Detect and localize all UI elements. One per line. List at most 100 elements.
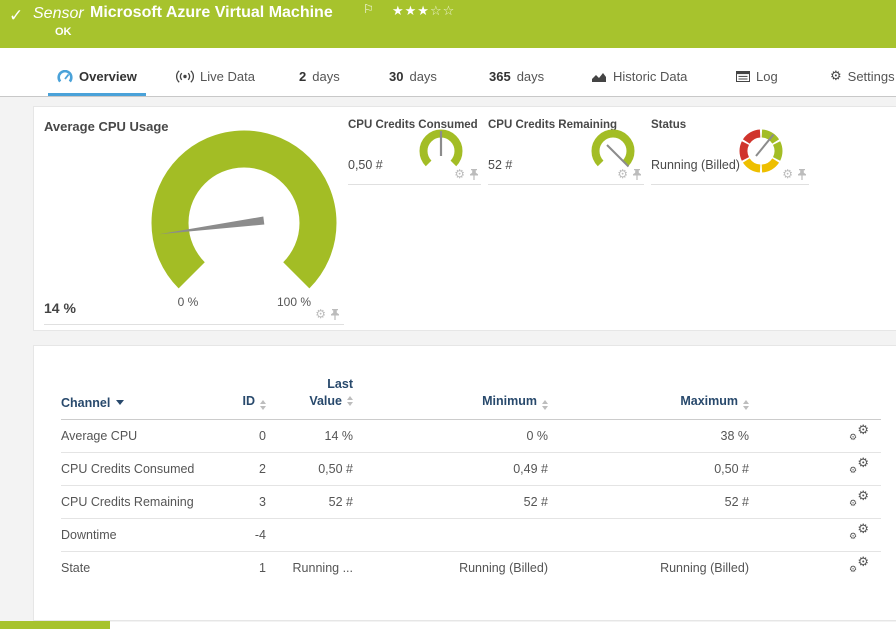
column-header-maximum[interactable]: Maximum	[548, 376, 749, 419]
channel-settings-icon[interactable]: ⚙⚙	[849, 426, 869, 442]
tab-label: Settings	[848, 69, 895, 84]
content-area: Average CPU Usage 0 % 100 % 14 % ⚙ CPU C…	[0, 97, 896, 622]
channels-panel: Channel ID Last Value Minimum	[33, 345, 896, 621]
tab-30-days[interactable]: 30 days	[389, 69, 437, 96]
tab-label: days	[312, 69, 339, 84]
gauge-actions: ⚙	[617, 168, 642, 180]
column-header-id[interactable]: ID	[221, 376, 266, 419]
channel-last-value: 14 %	[266, 419, 353, 452]
channel-last-value: 52 #	[266, 485, 353, 518]
gauge-value: 14 %	[44, 300, 76, 316]
tab-number: 2	[299, 69, 306, 84]
gear-icon: ⚙	[849, 533, 857, 542]
header-label: Channel	[61, 396, 110, 410]
tab-2-days[interactable]: 2 days	[299, 69, 340, 96]
channel-settings-icon[interactable]: ⚙⚙	[849, 459, 869, 475]
channel-settings-icon[interactable]: ⚙⚙	[849, 558, 869, 574]
tab-bar: Overview Live Data 2 days 30 days 365 da…	[0, 48, 896, 97]
header-label: Maximum	[680, 394, 738, 408]
sort-icon	[743, 400, 749, 410]
tab-live-data[interactable]: Live Data	[176, 69, 255, 96]
gauge-settings-icon[interactable]: ⚙	[782, 168, 793, 180]
channel-minimum: 0,49 #	[353, 452, 548, 485]
channel-settings-icon[interactable]: ⚙⚙	[849, 525, 869, 541]
sensor-header: ✓ Sensor Microsoft Azure Virtual Machine…	[0, 0, 896, 48]
gear-icon: ⚙	[857, 424, 869, 437]
sensor-kind-label: Sensor	[33, 5, 84, 23]
gauge-value: 52 #	[488, 158, 512, 172]
channel-maximum	[548, 518, 749, 551]
status-ok-check-icon: ✓	[9, 6, 23, 26]
channel-name: CPU Credits Remaining	[61, 485, 221, 518]
channel-id: 2	[221, 452, 266, 485]
tab-number: 365	[489, 69, 511, 84]
gauge-status: Status Running (Billed) ⚙	[651, 113, 809, 185]
channel-name: Downtime	[61, 518, 221, 551]
log-list-icon	[736, 71, 750, 82]
sort-icon	[260, 400, 266, 410]
channels-table: Channel ID Last Value Minimum	[61, 376, 881, 584]
gauge-credits-remaining: CPU Credits Remaining 52 # ⚙	[488, 113, 644, 185]
gear-icon: ⚙	[857, 457, 869, 470]
gauge-min-label: 0 %	[178, 295, 199, 309]
gear-icon: ⚙	[849, 566, 857, 575]
channel-id: 0	[221, 419, 266, 452]
tab-label: Overview	[79, 69, 137, 84]
channel-minimum: 0 %	[353, 419, 548, 452]
gear-icon: ⚙	[849, 467, 857, 476]
tab-historic-data[interactable]: Historic Data	[591, 69, 687, 96]
channel-minimum	[353, 518, 548, 551]
channel-last-value: Running ...	[266, 551, 353, 584]
gauge-settings-icon[interactable]: ⚙	[315, 308, 326, 320]
tab-label: days	[517, 69, 544, 84]
sensor-status-badge: OK	[55, 26, 72, 38]
tab-overview[interactable]: Overview	[48, 69, 146, 96]
tab-label: Historic Data	[613, 69, 687, 84]
gauge-max-label: 100 %	[277, 295, 311, 309]
pin-icon[interactable]	[330, 308, 340, 320]
column-header-minimum[interactable]: Minimum	[353, 376, 548, 419]
gauge-icon	[57, 70, 73, 83]
stars-empty[interactable]: ☆☆	[430, 4, 455, 19]
footer-accent-bar	[0, 621, 110, 629]
gauge-title: Status	[651, 119, 686, 131]
channel-maximum: 38 %	[548, 419, 749, 452]
pin-icon[interactable]	[632, 168, 642, 180]
channel-id: 1	[221, 551, 266, 584]
stars-filled[interactable]: ★★★	[392, 4, 430, 19]
header-label: Minimum	[482, 394, 537, 408]
gauge-settings-icon[interactable]: ⚙	[454, 168, 465, 180]
channel-maximum: 0,50 #	[548, 452, 749, 485]
priority-flag-icon[interactable]: ⚐	[363, 2, 374, 16]
channel-settings-icon[interactable]: ⚙⚙	[849, 492, 869, 508]
gauge-credits-consumed: CPU Credits Consumed 0,50 # ⚙	[348, 113, 481, 185]
tab-log[interactable]: Log	[736, 69, 778, 96]
gauge-actions: ⚙	[454, 168, 479, 180]
channel-maximum: Running (Billed)	[548, 551, 749, 584]
pin-icon[interactable]	[469, 168, 479, 180]
gear-icon: ⚙	[857, 490, 869, 503]
sort-icon	[542, 400, 548, 410]
column-header-channel[interactable]: Channel	[61, 376, 221, 419]
tab-settings[interactable]: ⚙ Settings	[830, 69, 895, 96]
gauge-actions: ⚙	[315, 308, 340, 320]
channel-name: Average CPU	[61, 419, 221, 452]
sort-icon	[347, 396, 353, 406]
tab-365-days[interactable]: 365 days	[489, 69, 544, 96]
pin-icon[interactable]	[797, 168, 807, 180]
channel-minimum: 52 #	[353, 485, 548, 518]
sensor-title: Microsoft Azure Virtual Machine	[90, 4, 333, 22]
tab-label: Live Data	[200, 69, 255, 84]
header-label: ID	[243, 394, 256, 408]
sort-desc-icon	[116, 400, 124, 405]
gear-icon: ⚙	[830, 69, 842, 84]
channel-id: -4	[221, 518, 266, 551]
gauge-average-cpu: Average CPU Usage 0 % 100 % 14 % ⚙	[44, 113, 344, 325]
tab-number: 30	[389, 69, 403, 84]
column-header-actions	[749, 376, 881, 419]
column-header-last-value[interactable]: Last Value	[266, 376, 353, 419]
cpu-gauge-chart	[44, 113, 344, 298]
priority-stars[interactable]: ★★★☆☆	[392, 4, 455, 19]
live-data-icon	[176, 70, 194, 83]
gauge-settings-icon[interactable]: ⚙	[617, 168, 628, 180]
